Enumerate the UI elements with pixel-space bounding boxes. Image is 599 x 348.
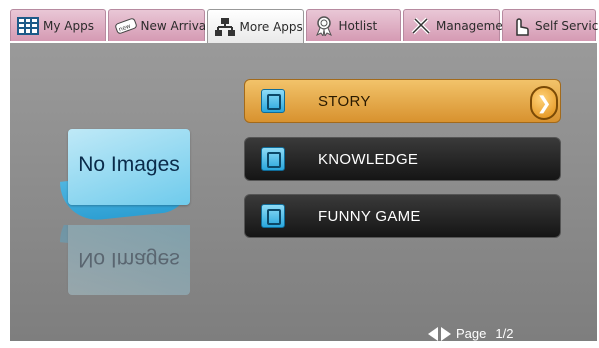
tab-label: Self Service	[535, 18, 599, 33]
menu-item-label: STORY	[318, 92, 371, 110]
menu-item-label: FUNNY GAME	[318, 207, 421, 225]
arrow-right-icon[interactable]: ❯	[530, 86, 558, 120]
award-icon	[313, 15, 335, 37]
placeholder-text: No Images	[78, 153, 180, 176]
menu-item-story[interactable]: STORY ❯	[244, 79, 561, 123]
app-frame: My Apps new New Arrival More Apps Hotlis…	[0, 0, 599, 348]
network-icon	[214, 17, 236, 37]
tab-bar: My Apps new New Arrival More Apps Hotlis…	[10, 9, 599, 43]
tab-self-service[interactable]: Self Service	[502, 9, 599, 41]
book-icon	[261, 147, 285, 171]
pager: Page 1/2	[428, 326, 513, 341]
tab-label: Hotlist	[338, 18, 378, 33]
new-badge-icon: new	[114, 16, 137, 36]
tab-more-apps[interactable]: More Apps	[206, 9, 304, 43]
content-panel: No Images No Images STORY ❯ KNOWLEDGE FU…	[10, 43, 597, 341]
tab-hotlist[interactable]: Hotlist	[305, 9, 401, 41]
tab-label: New Arrival	[140, 18, 210, 33]
prev-page-icon[interactable]	[428, 326, 438, 341]
book-icon	[261, 89, 285, 113]
tab-my-apps[interactable]: My Apps	[10, 9, 106, 41]
no-images-placeholder: No Images	[60, 129, 190, 239]
menu-item-funny-game[interactable]: FUNNY GAME	[244, 194, 561, 238]
book-icon	[261, 204, 285, 228]
pager-label: Page	[456, 326, 487, 341]
reflection-text: No Images	[78, 248, 180, 271]
menu-item-knowledge[interactable]: KNOWLEDGE	[244, 137, 561, 181]
pointer-hand-icon	[509, 16, 531, 36]
next-page-icon[interactable]	[441, 326, 451, 341]
tab-new-arrival[interactable]: new New Arrival	[107, 9, 209, 41]
grid-icon	[17, 16, 39, 36]
tab-label: My Apps	[43, 18, 94, 33]
tab-label: More Apps	[239, 19, 303, 34]
menu-item-label: KNOWLEDGE	[318, 150, 419, 168]
tools-icon	[410, 16, 432, 36]
pager-current: 1/2	[495, 326, 514, 341]
tab-management[interactable]: Management	[403, 9, 515, 41]
placeholder-reflection: No Images	[60, 225, 190, 295]
